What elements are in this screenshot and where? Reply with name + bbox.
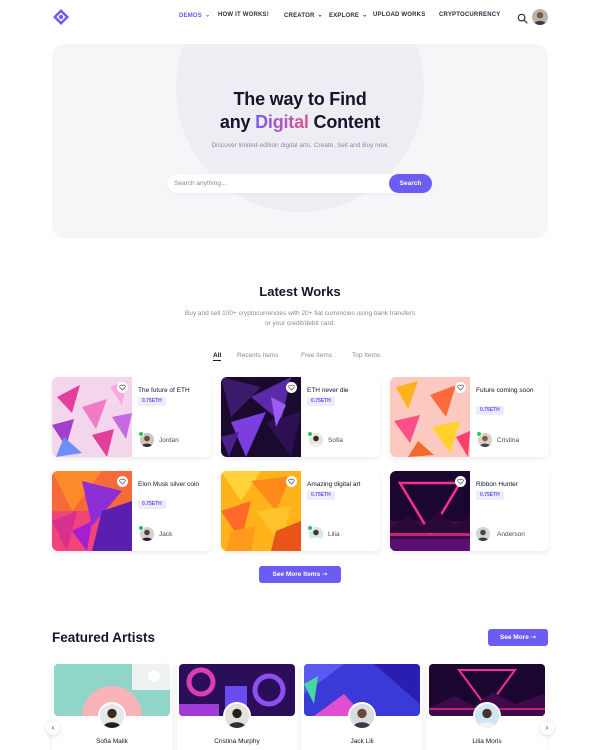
artwork-title: Elon Musk silver coin <box>138 481 200 488</box>
artwork-card[interactable]: ETH never die 0.75ETH Sofia <box>221 377 380 457</box>
owner-avatar <box>476 527 490 541</box>
artist-avatar <box>348 702 376 730</box>
artist-name: Sofia Malik <box>96 738 128 745</box>
hero-search-box: Search <box>168 174 432 193</box>
filter-tab-free[interactable]: Free Items <box>301 352 332 359</box>
search-input[interactable] <box>174 177 374 190</box>
logo-icon[interactable] <box>53 9 69 25</box>
price-badge: 0.75ETH <box>138 397 166 406</box>
search-icon[interactable] <box>517 11 528 24</box>
verified-icon <box>476 431 482 437</box>
menu-explore[interactable]: EXPLORE ⌄ <box>329 12 368 20</box>
chevron-down-icon: ⌄ <box>317 12 323 19</box>
artwork-card[interactable]: The future of ETH 0.75ETH Jordan <box>52 377 211 457</box>
artist-card[interactable]: Sofia Malik <box>52 662 172 750</box>
artist-card[interactable]: Jack Lili <box>302 662 422 750</box>
hero-section: The way to Find any Digital Content Disc… <box>52 44 548 238</box>
see-more-button[interactable]: See More ➝ <box>488 629 548 646</box>
user-avatar[interactable] <box>532 9 548 25</box>
owner-name: Anderson <box>497 531 525 538</box>
artwork-title: Amazing digital art <box>307 481 361 488</box>
search-button[interactable]: Search <box>389 174 432 193</box>
verified-icon <box>138 525 144 531</box>
price-badge: 0.75ETH <box>307 491 335 500</box>
see-more-items-button[interactable]: See More Items ➝ <box>259 566 341 583</box>
artwork-card[interactable]: Elon Musk silver coin 0.75ETH Jack <box>52 471 211 551</box>
heart-icon[interactable] <box>286 382 297 393</box>
heart-icon[interactable] <box>455 476 466 487</box>
hero-subtitle: Discover limited-edition digital arts. C… <box>211 142 389 149</box>
filter-tab-all[interactable]: All <box>213 352 222 361</box>
artwork-title: Future coming soon <box>476 387 534 394</box>
owner-name: Jack <box>159 531 173 538</box>
price-badge: 0.75ETH <box>138 500 166 509</box>
chevron-down-icon: ⌄ <box>205 12 211 19</box>
latest-works-subtitle-line1: Buy and sell 100+ cryptocurrencies with … <box>184 310 416 317</box>
heart-icon[interactable] <box>117 476 128 487</box>
featured-artists-title: Featured Artists <box>52 630 156 645</box>
verified-icon <box>138 431 144 437</box>
filter-tab-top[interactable]: Top Items <box>352 352 380 359</box>
artist-card[interactable]: Lilia Moris <box>427 662 547 750</box>
arrow-right-icon: ➝ <box>322 571 328 578</box>
menu-how-it-works[interactable]: HOW IT WORKS! <box>218 12 269 18</box>
hero-title-line1: The way to Find <box>233 89 367 109</box>
hero-title-line2: any Digital Content <box>219 112 381 132</box>
artist-card[interactable]: Cristina Murphy <box>177 662 297 750</box>
artwork-title: The future of ETH <box>138 387 190 394</box>
filter-tab-recents[interactable]: Recents Items <box>237 352 279 359</box>
artwork-card[interactable]: Future coming soon 0.75ETH Cristina <box>390 377 549 457</box>
artist-name: Jack Lili <box>350 738 374 745</box>
price-badge: 0.75ETH <box>476 491 504 500</box>
owner-name: Jordan <box>159 437 179 444</box>
latest-works-title: Latest Works <box>259 284 341 299</box>
menu-creator[interactable]: CREATOR ⌄ <box>284 12 323 20</box>
price-badge: 0.75ETH <box>307 397 335 406</box>
artist-name: Cristina Murphy <box>214 738 260 745</box>
artwork-card[interactable]: Amazing digital art 0.75ETH Lilia <box>221 471 380 551</box>
artwork-title: Ribbon Hunter <box>476 481 518 488</box>
heart-icon[interactable] <box>286 476 297 487</box>
owner-name: Sofia <box>328 437 343 444</box>
artwork-title: ETH never die <box>307 387 349 394</box>
artist-avatar <box>98 702 126 730</box>
hero-title-highlight: Digital <box>255 112 309 132</box>
carousel-prev-button[interactable]: ‹ <box>46 721 60 735</box>
verified-icon <box>307 431 313 437</box>
artist-avatar <box>223 702 251 730</box>
menu-upload-works[interactable]: UPLOAD WORKS <box>373 12 425 18</box>
arrow-right-icon: ➝ <box>530 634 537 641</box>
heart-icon[interactable] <box>455 382 466 393</box>
artist-avatar <box>473 702 501 730</box>
artwork-card[interactable]: Ribbon Hunter 0.75ETH Anderson <box>390 471 549 551</box>
verified-icon <box>307 525 313 531</box>
owner-name: Cristina <box>497 437 520 444</box>
menu-cryptocurrency[interactable]: CRYPTOCURRENCY <box>439 12 500 18</box>
price-badge: 0.75ETH <box>476 406 504 415</box>
owner-name: Lilia <box>328 531 340 538</box>
artist-name: Lilia Moris <box>472 738 502 745</box>
menu-demos[interactable]: DEMOS ⌄ <box>179 12 211 20</box>
heart-icon[interactable] <box>117 382 128 393</box>
chevron-down-icon: ⌄ <box>362 12 368 19</box>
carousel-next-button[interactable]: › <box>540 721 554 735</box>
latest-works-subtitle-line2: or your credit/debit card. <box>264 320 336 327</box>
top-navigation: DEMOS ⌄ HOW IT WORKS! CREATOR ⌄ EXPLORE ⌄ U… <box>0 0 600 34</box>
